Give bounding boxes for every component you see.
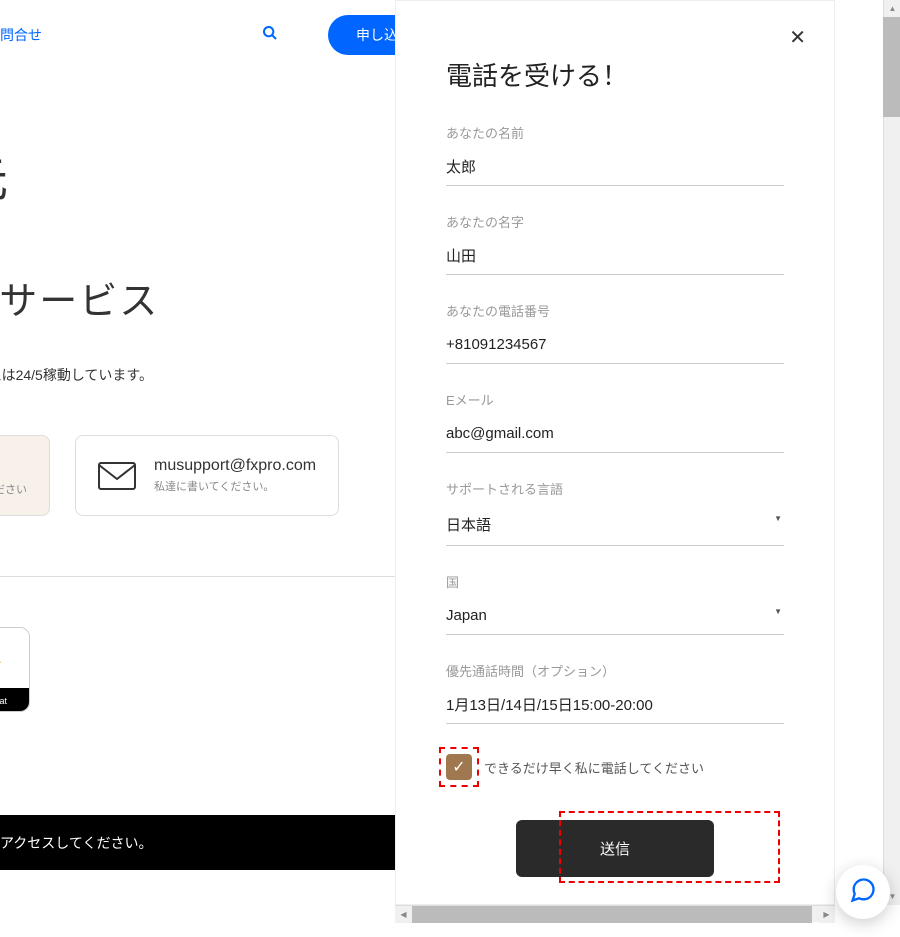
access-bar: アクセスしてください。 — [0, 815, 410, 870]
highlight-box — [559, 811, 780, 883]
close-button[interactable]: ✕ — [789, 25, 806, 50]
modal-title: 電話を受ける！ — [446, 56, 784, 93]
surname-input[interactable] — [446, 243, 784, 275]
card-title: musupport@fxpro.com — [154, 457, 316, 475]
language-select[interactable]: 日本語 — [446, 510, 784, 546]
surname-label: あなたの名字 — [446, 212, 784, 231]
checkbox-label: できるだけ早く私に電話してください — [484, 758, 704, 777]
card-title: 求 — [0, 454, 27, 478]
vertical-scrollbar[interactable]: ▲ ▼ — [883, 0, 900, 905]
close-icon: ✕ — [789, 27, 806, 49]
contact-card-request[interactable]: 求 ください — [0, 435, 50, 516]
search-icon[interactable] — [262, 25, 278, 46]
scroll-thumb[interactable] — [412, 906, 812, 923]
card-subtitle: ください — [0, 481, 27, 497]
scroll-right-button[interactable]: ▶ — [818, 906, 835, 923]
name-input[interactable] — [446, 154, 784, 186]
callback-modal: ✕ 電話を受ける！ あなたの名前 あなたの名字 あなたの電話番号 Eメール サポ… — [395, 0, 835, 905]
phone-input[interactable] — [446, 332, 784, 364]
scroll-left-button[interactable]: ◀ — [395, 906, 412, 923]
widget-chat-label: eChat — [0, 688, 29, 712]
language-label: サポートされる言語 — [446, 479, 784, 498]
country-label: 国 — [446, 572, 784, 591]
modal-content: 電話を受ける！ あなたの名前 あなたの名字 あなたの電話番号 Eメール サポート… — [396, 1, 834, 907]
contact-card-email[interactable]: musupport@fxpro.com 私達に書いてください。 — [75, 435, 339, 516]
chat-widget[interactable]: E ★ eChat — [0, 627, 30, 712]
access-bar-text: アクセスしてください。 — [0, 833, 152, 853]
email-input[interactable] — [446, 421, 784, 453]
email-label: Eメール — [446, 390, 784, 409]
submit-row: 送信 — [446, 820, 784, 877]
highlight-box — [439, 747, 479, 787]
phone-label: あなたの電話番号 — [446, 301, 784, 320]
horizontal-scrollbar[interactable]: ◀ ▶ — [395, 905, 835, 922]
time-label: 優先通話時間（オプション） — [446, 661, 784, 680]
divider — [0, 576, 400, 577]
envelope-icon — [98, 462, 136, 490]
chat-icon — [849, 876, 877, 909]
card-subtitle: 私達に書いてください。 — [154, 478, 316, 494]
chat-bubble-button[interactable] — [836, 865, 890, 919]
checkbox-row: ✓ できるだけ早く私に電話してください — [446, 754, 784, 780]
scroll-thumb[interactable] — [883, 17, 900, 117]
country-select[interactable]: Japan — [446, 603, 784, 635]
scroll-up-button[interactable]: ▲ — [884, 0, 900, 17]
star-icon: ★ — [0, 654, 2, 674]
chevron-down-icon: ▼ — [774, 514, 782, 523]
chevron-down-icon: ▼ — [774, 607, 782, 616]
name-label: あなたの名前 — [446, 123, 784, 142]
time-input[interactable] — [446, 692, 784, 724]
contact-link[interactable]: 問合せ — [0, 25, 42, 45]
